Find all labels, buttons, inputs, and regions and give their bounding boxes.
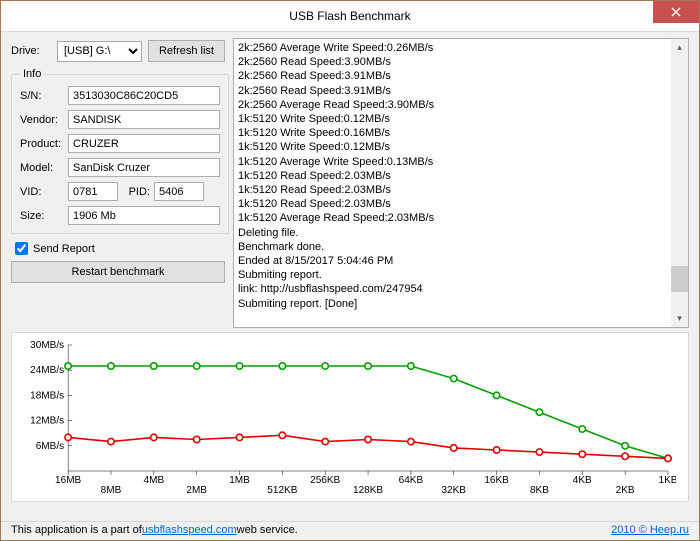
svg-text:12MB/s: 12MB/s <box>30 416 64 427</box>
scroll-track[interactable] <box>671 56 688 310</box>
svg-text:128KB: 128KB <box>353 485 383 496</box>
pid-label: PID: <box>122 186 150 198</box>
top-row: Drive: [USB] G:\ Refresh list Info S/N: … <box>11 38 689 328</box>
drive-select[interactable]: [USB] G:\ <box>57 41 142 62</box>
drive-row: Drive: [USB] G:\ Refresh list <box>11 40 225 62</box>
send-report-row[interactable]: Send Report <box>15 242 225 255</box>
scroll-up-icon[interactable]: ▴ <box>671 39 688 56</box>
benchmark-chart: 6MB/s 12MB/s 18MB/s 24MB/s 30MB/s 16MB 8MB 4MB 2… <box>24 339 676 499</box>
size-label: Size: <box>20 210 64 222</box>
window-body: Drive: [USB] G:\ Refresh list Info S/N: … <box>1 32 699 521</box>
left-column: Drive: [USB] G:\ Refresh list Info S/N: … <box>11 38 225 328</box>
svg-text:64KB: 64KB <box>399 475 424 486</box>
info-group: Info S/N: Vendor: Product: Model: <box>11 68 229 234</box>
svg-text:1MB: 1MB <box>229 475 250 486</box>
svg-text:32KB: 32KB <box>441 485 466 496</box>
log-scrollbar[interactable]: ▴ ▾ <box>671 39 688 327</box>
titlebar: USB Flash Benchmark <box>1 1 699 32</box>
vendor-field[interactable] <box>68 110 220 129</box>
app-window: USB Flash Benchmark Drive: [USB] G:\ Ref… <box>0 0 700 541</box>
svg-text:4KB: 4KB <box>573 475 592 486</box>
svg-text:8MB: 8MB <box>101 485 122 496</box>
svg-text:2MB: 2MB <box>186 485 207 496</box>
restart-benchmark-button[interactable]: Restart benchmark <box>11 261 225 283</box>
svg-text:18MB/s: 18MB/s <box>30 390 64 401</box>
svg-text:4MB: 4MB <box>144 475 165 486</box>
svg-text:30MB/s: 30MB/s <box>30 340 64 351</box>
close-button[interactable] <box>653 1 699 23</box>
scroll-thumb[interactable] <box>671 266 688 292</box>
sn-label: S/N: <box>20 90 64 102</box>
svg-text:24MB/s: 24MB/s <box>30 365 64 376</box>
svg-text:1KB: 1KB <box>659 475 676 486</box>
product-field[interactable] <box>68 134 220 153</box>
vid-label: VID: <box>20 186 64 198</box>
pid-field[interactable] <box>154 182 204 201</box>
svg-text:16KB: 16KB <box>484 475 509 486</box>
refresh-list-button[interactable]: Refresh list <box>148 40 225 62</box>
product-label: Product: <box>20 138 64 150</box>
svg-text:8KB: 8KB <box>530 485 549 496</box>
svg-text:512KB: 512KB <box>267 485 297 496</box>
model-label: Model: <box>20 162 64 174</box>
footer-text-suffix: web service. <box>237 524 298 536</box>
vid-field[interactable] <box>68 182 118 201</box>
vendor-label: Vendor: <box>20 114 64 126</box>
scroll-down-icon[interactable]: ▾ <box>671 310 688 327</box>
footer-link-heep[interactable]: 2010 © Heep.ru <box>611 524 689 536</box>
window-title: USB Flash Benchmark <box>1 9 699 23</box>
footer-link-usbflashspeed[interactable]: usbflashspeed.com <box>142 524 237 536</box>
drive-label: Drive: <box>11 45 51 57</box>
svg-text:6MB/s: 6MB/s <box>36 441 64 452</box>
sn-field[interactable] <box>68 86 220 105</box>
svg-text:256KB: 256KB <box>310 475 340 486</box>
svg-text:16MB: 16MB <box>55 475 81 486</box>
info-legend: Info <box>20 68 44 80</box>
send-report-checkbox[interactable] <box>15 242 28 255</box>
send-report-label: Send Report <box>33 243 95 255</box>
model-field[interactable] <box>68 158 220 177</box>
size-field[interactable] <box>68 206 220 225</box>
footer-text-prefix: This application is a part of <box>11 524 142 536</box>
footer: This application is a part of usbflashsp… <box>1 521 699 540</box>
chart-panel: 6MB/s 12MB/s 18MB/s 24MB/s 30MB/s 16MB 8MB 4MB 2… <box>11 332 689 502</box>
svg-text:2KB: 2KB <box>616 485 635 496</box>
log-text[interactable]: 2k:2560 Average Write Speed:0.26MB/s 2k:… <box>234 39 671 327</box>
log-output: 2k:2560 Average Write Speed:0.26MB/s 2k:… <box>233 38 689 328</box>
